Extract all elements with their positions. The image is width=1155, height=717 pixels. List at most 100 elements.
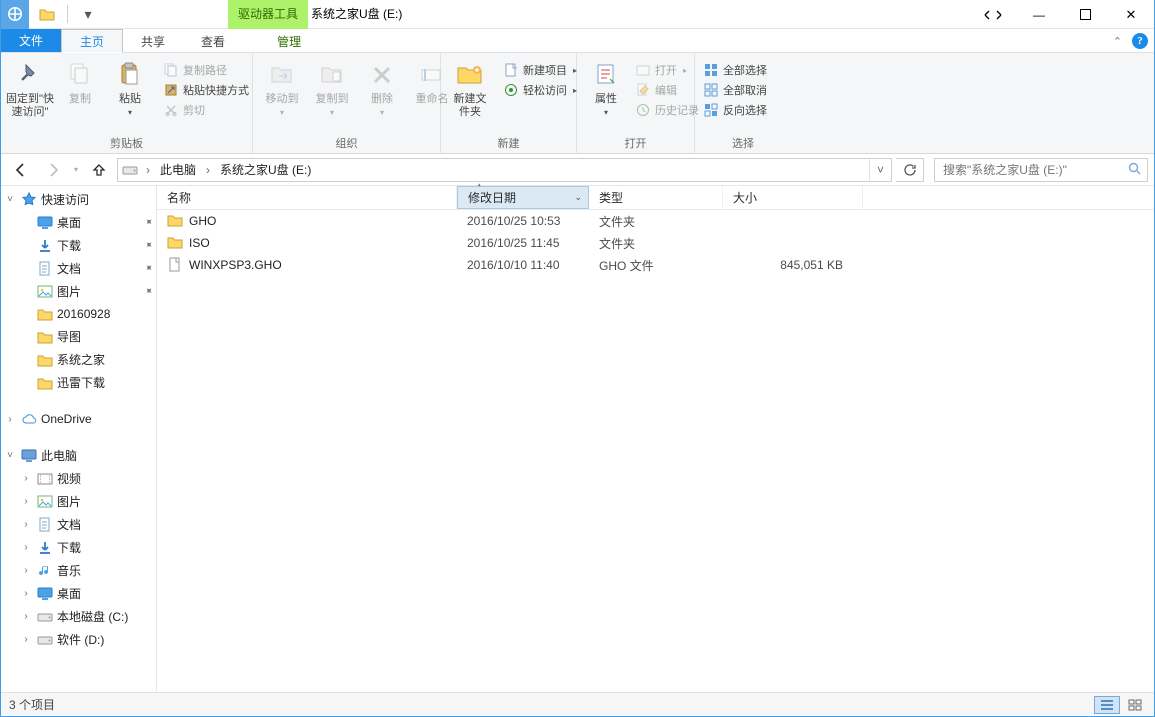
- copy-to-button[interactable]: 复制到▾: [309, 59, 355, 117]
- select-none-button[interactable]: 全部取消: [701, 81, 769, 99]
- expand-icon[interactable]: ›: [19, 634, 33, 645]
- view-tab[interactable]: 查看: [183, 29, 243, 52]
- file-tab[interactable]: 文件: [1, 29, 61, 52]
- maximize-button[interactable]: [1062, 0, 1108, 29]
- expand-icon[interactable]: ›: [19, 496, 33, 507]
- history-button[interactable]: 历史记录: [633, 101, 701, 119]
- help-icon[interactable]: ?: [1132, 33, 1148, 49]
- paste-shortcut-button[interactable]: 粘贴快捷方式: [161, 81, 251, 99]
- tree-node[interactable]: › 视频: [1, 467, 156, 490]
- file-date: 2016/10/10 11:40: [457, 258, 589, 272]
- nav-up-button[interactable]: [85, 157, 113, 183]
- details-view-button[interactable]: [1094, 696, 1120, 714]
- search-icon[interactable]: [1128, 162, 1141, 178]
- expand-icon[interactable]: ˅: [3, 194, 17, 205]
- qat-overflow-icon[interactable]: ▾: [78, 4, 98, 24]
- tree-node[interactable]: › 本地磁盘 (C:): [1, 605, 156, 628]
- tree-node[interactable]: 下载 ✦: [1, 234, 156, 257]
- tree-node[interactable]: 桌面 ✦: [1, 211, 156, 234]
- fullscreen-toggle-icon[interactable]: [970, 0, 1016, 29]
- nav-tree[interactable]: ˅ 快速访问 桌面 ✦ 下载 ✦ 文档 ✦ 图片 ✦ 20160928 导图 系…: [1, 186, 157, 692]
- copy-path-button[interactable]: 复制路径: [161, 61, 251, 79]
- tree-node[interactable]: › OneDrive: [1, 408, 156, 430]
- chevron-down-icon[interactable]: ⌄: [574, 192, 582, 203]
- expand-icon[interactable]: ˅: [3, 450, 17, 461]
- tree-node[interactable]: ˅ 快速访问: [1, 188, 156, 211]
- breadcrumb-dropdown-icon[interactable]: ˅: [869, 159, 891, 181]
- open-button[interactable]: 打开▸: [633, 61, 701, 79]
- tree-node[interactable]: 导图: [1, 325, 156, 348]
- rename-label: 重命名: [416, 93, 449, 106]
- share-tab[interactable]: 共享: [123, 29, 183, 52]
- breadcrumb[interactable]: › 此电脑 › 系统之家U盘 (E:) ˅: [117, 158, 892, 182]
- invert-selection-button[interactable]: 反向选择: [701, 101, 769, 119]
- col-date[interactable]: 修改日期⌄: [457, 186, 589, 209]
- delete-button[interactable]: 删除▾: [359, 59, 405, 117]
- tree-node[interactable]: 迅雷下载: [1, 371, 156, 394]
- properties-label: 属性: [595, 93, 617, 106]
- expand-icon[interactable]: ›: [19, 588, 33, 599]
- manage-tab[interactable]: 管理: [259, 29, 319, 52]
- table-row[interactable]: ISO 2016/10/25 11:45 文件夹: [157, 232, 1154, 254]
- expand-icon[interactable]: ›: [3, 414, 17, 425]
- nav-history-dropdown-icon[interactable]: ▾: [71, 165, 81, 174]
- chevron-right-icon[interactable]: ›: [202, 163, 214, 177]
- select-none-icon: [703, 82, 719, 98]
- nav-forward-button[interactable]: [39, 157, 67, 183]
- tree-node[interactable]: ˅ 此电脑: [1, 444, 156, 467]
- cut-button[interactable]: 剪切: [161, 101, 251, 119]
- col-name[interactable]: 名称: [157, 186, 457, 209]
- tree-node[interactable]: 图片 ✦: [1, 280, 156, 303]
- breadcrumb-segment-0[interactable]: 此电脑: [156, 159, 200, 181]
- refresh-button[interactable]: [896, 158, 924, 182]
- expand-icon[interactable]: ›: [19, 519, 33, 530]
- expand-icon[interactable]: ›: [19, 565, 33, 576]
- tree-node[interactable]: › 下载: [1, 536, 156, 559]
- home-tab[interactable]: 主页: [61, 29, 123, 53]
- delete-icon: [366, 59, 398, 91]
- col-size-label: 大小: [733, 189, 757, 206]
- col-size[interactable]: 大小: [723, 186, 863, 209]
- col-type[interactable]: 类型: [589, 186, 723, 209]
- expand-icon[interactable]: ›: [19, 611, 33, 622]
- tree-node[interactable]: › 图片: [1, 490, 156, 513]
- new-item-button[interactable]: 新建项目▸: [501, 61, 579, 79]
- minimize-button[interactable]: [1016, 0, 1062, 29]
- paste-dropdown-icon[interactable]: ▾: [128, 108, 132, 117]
- invert-icon: [703, 102, 719, 118]
- copy-path-label: 复制路径: [183, 62, 227, 78]
- breadcrumb-drive-icon: [122, 162, 138, 178]
- properties-button[interactable]: 属性▾: [583, 59, 629, 117]
- paste-button[interactable]: 粘贴 ▾: [107, 59, 153, 117]
- easy-access-button[interactable]: 轻松访问▸: [501, 81, 579, 99]
- search-box[interactable]: [934, 158, 1148, 182]
- copy-button[interactable]: 复制: [57, 59, 103, 106]
- tree-node[interactable]: 系统之家: [1, 348, 156, 371]
- expand-icon[interactable]: ›: [19, 542, 33, 553]
- table-row[interactable]: WINXPSP3.GHO 2016/10/10 11:40 GHO 文件 845…: [157, 254, 1154, 276]
- close-button[interactable]: [1108, 0, 1154, 29]
- tree-node-label: 系统之家: [57, 351, 105, 368]
- breadcrumb-segment-1[interactable]: 系统之家U盘 (E:): [216, 159, 315, 181]
- tree-node[interactable]: › 软件 (D:): [1, 628, 156, 651]
- large-icons-view-button[interactable]: [1122, 696, 1148, 714]
- context-tab-drive-tools[interactable]: 驱动器工具: [228, 0, 308, 29]
- tree-node[interactable]: › 文档: [1, 513, 156, 536]
- qat-folder-icon[interactable]: [37, 4, 57, 24]
- search-input[interactable]: [941, 162, 1141, 178]
- tree-node[interactable]: 文档 ✦: [1, 257, 156, 280]
- table-row[interactable]: GHO 2016/10/25 10:53 文件夹: [157, 210, 1154, 232]
- tree-node[interactable]: 20160928: [1, 303, 156, 325]
- move-to-button[interactable]: 移动到▾: [259, 59, 305, 117]
- edit-button[interactable]: 编辑: [633, 81, 701, 99]
- tree-node[interactable]: › 桌面: [1, 582, 156, 605]
- history-label: 历史记录: [655, 102, 699, 118]
- collapse-ribbon-icon[interactable]: ⌃: [1113, 35, 1122, 48]
- rename-button[interactable]: 重命名: [409, 59, 455, 106]
- nav-back-button[interactable]: [7, 157, 35, 183]
- chevron-right-icon[interactable]: ›: [142, 163, 154, 177]
- select-all-button[interactable]: 全部选择: [701, 61, 769, 79]
- expand-icon[interactable]: ›: [19, 473, 33, 484]
- tree-node[interactable]: › 音乐: [1, 559, 156, 582]
- pin-to-quick-access-button[interactable]: 固定到"快速访问": [7, 59, 53, 119]
